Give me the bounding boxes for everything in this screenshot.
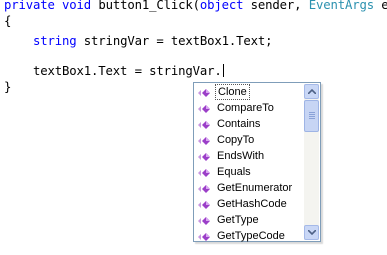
completion-item-label: Clone xyxy=(215,84,250,100)
assignment-statement: textBox1.Text = stringVar. xyxy=(33,64,222,78)
method-icon xyxy=(198,87,212,97)
completion-item-label: CopyTo xyxy=(217,134,255,146)
intellisense-list[interactable]: Clone CompareTo Contains CopyTo EndsWith Equa… xyxy=(195,84,305,244)
method-icon xyxy=(198,167,212,177)
thumb-grip-line xyxy=(309,118,315,119)
thumb-grip-line xyxy=(309,114,315,115)
keyword-void: void xyxy=(62,0,92,12)
keyword-object: object xyxy=(199,0,244,12)
scroll-down-button[interactable] xyxy=(304,225,319,240)
method-icon xyxy=(198,231,212,241)
code-line-3: string stringVar = textBox1.Text; xyxy=(4,33,273,49)
code-line-6: } xyxy=(4,80,12,94)
scroll-up-button[interactable] xyxy=(304,84,319,99)
method-icon xyxy=(198,183,212,193)
completion-item[interactable]: GetEnumerator xyxy=(195,180,305,196)
completion-item[interactable]: Contains xyxy=(195,116,305,132)
intellisense-popup[interactable]: Clone CompareTo Contains CopyTo EndsWith Equa… xyxy=(193,82,321,242)
completion-item[interactable]: CopyTo xyxy=(195,132,305,148)
scroll-thumb[interactable] xyxy=(304,100,319,132)
intellisense-scrollbar[interactable] xyxy=(304,84,319,240)
completion-item[interactable]: Equals xyxy=(195,164,305,180)
completion-item[interactable]: CompareTo xyxy=(195,100,305,116)
code-line-2: { xyxy=(4,14,12,28)
code-line-1: private void button1_Click(object sender… xyxy=(4,0,387,13)
thumb-grip-line xyxy=(309,116,315,117)
completion-item-label: GetEnumerator xyxy=(217,182,293,194)
thumb-grip-line xyxy=(309,112,315,113)
completion-item-label: Contains xyxy=(217,118,261,130)
sender-param: sender, xyxy=(243,0,309,12)
method-icon xyxy=(198,199,212,209)
completion-item-label: EndsWith xyxy=(217,150,265,162)
completion-item[interactable]: GetHashCode xyxy=(195,196,305,212)
chevron-up-icon xyxy=(308,89,316,94)
text-caret xyxy=(222,64,224,77)
chevron-down-icon xyxy=(308,230,316,235)
completion-item[interactable]: EndsWith xyxy=(195,148,305,164)
completion-item[interactable]: GetTypeCode xyxy=(195,228,305,244)
completion-item-label: Equals xyxy=(217,166,251,178)
method-signature: button1_Click( xyxy=(91,0,200,12)
type-eventargs: EventArgs xyxy=(308,0,374,12)
string-declaration: stringVar = textBox1.Text; xyxy=(76,34,273,48)
method-icon xyxy=(198,135,212,145)
code-line-5: textBox1.Text = stringVar. xyxy=(4,63,224,79)
completion-item-label: GetHashCode xyxy=(217,198,287,210)
completion-item-label: CompareTo xyxy=(217,102,274,114)
e-param: e) xyxy=(381,0,387,12)
method-icon xyxy=(198,103,212,113)
keyword-string: string xyxy=(33,34,77,48)
completion-item-label: GetType xyxy=(217,214,259,226)
keyword-private: private xyxy=(4,0,55,12)
method-icon xyxy=(198,215,212,225)
method-icon xyxy=(198,151,212,161)
completion-item[interactable]: GetType xyxy=(195,212,305,228)
completion-item[interactable]: Clone xyxy=(195,84,305,100)
method-icon xyxy=(198,119,212,129)
completion-item-label: GetTypeCode xyxy=(217,230,285,242)
